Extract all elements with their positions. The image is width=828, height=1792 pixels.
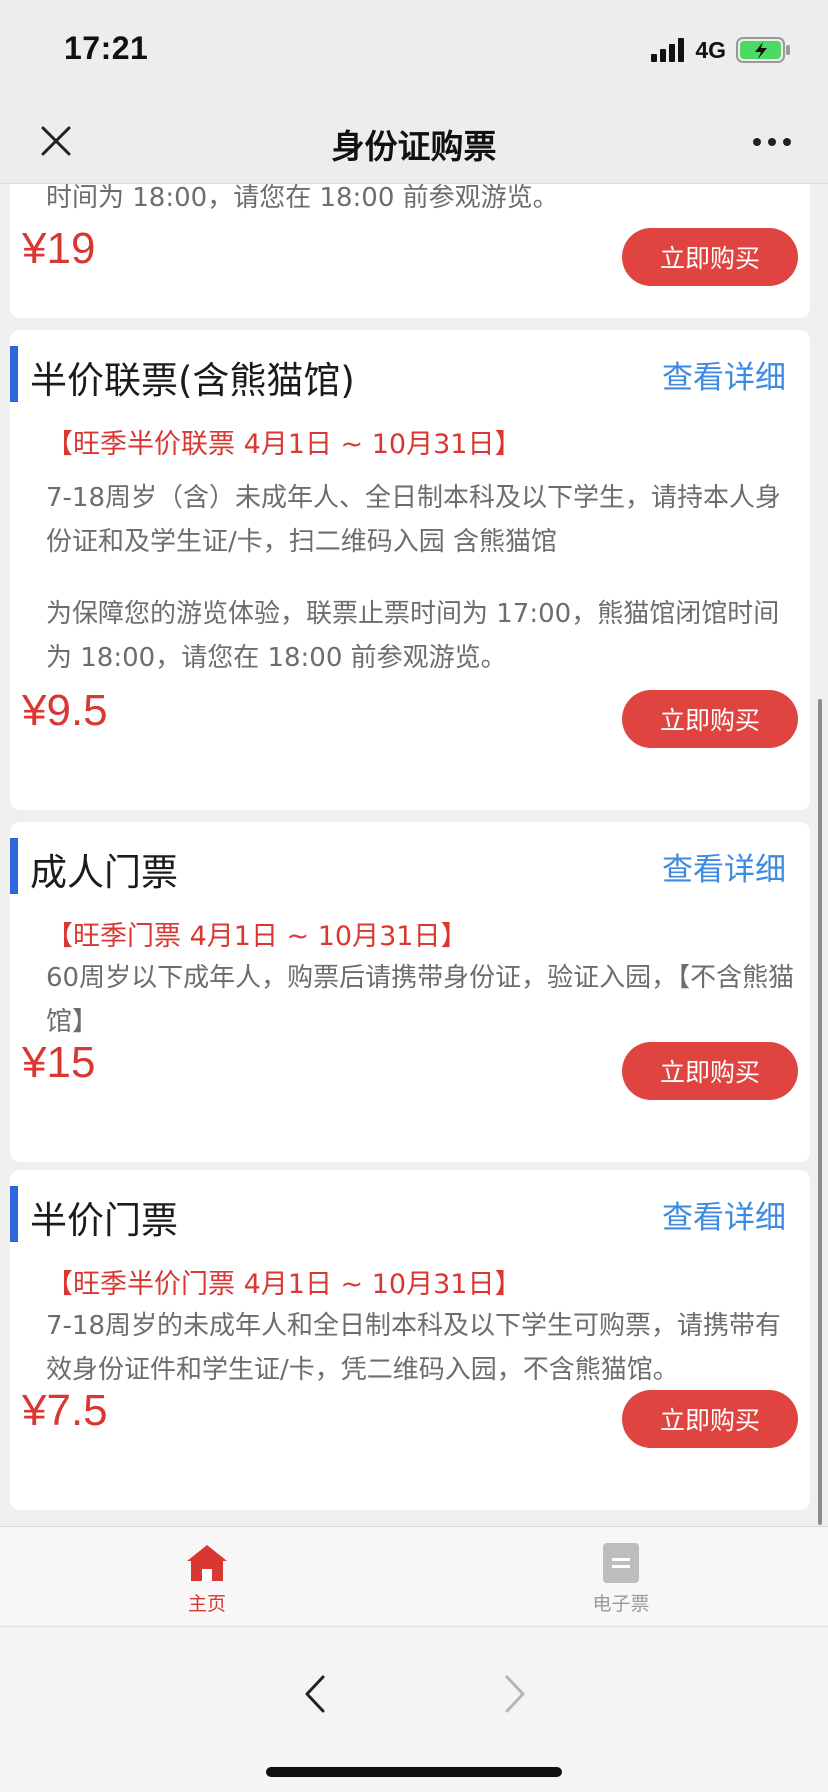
signal-strength-icon bbox=[651, 38, 685, 62]
more-dots-icon bbox=[753, 138, 791, 146]
card-accent-bar bbox=[10, 346, 18, 402]
view-details-link[interactable]: 查看详细 bbox=[662, 1192, 786, 1237]
ticket-price: ¥9.5 bbox=[22, 686, 108, 735]
ticket-description: 7-18周岁的未成年人和全日制本科及以下学生可购票，请携带有效身份证件和学生证/… bbox=[46, 1311, 782, 1385]
ticket-list[interactable]: 时间为 18:00，请您在 18:00 前参观游览。 ¥19 立即购买 半价联票… bbox=[0, 184, 828, 1526]
back-button[interactable] bbox=[290, 1669, 340, 1719]
buy-now-button[interactable]: 立即购买 bbox=[622, 228, 798, 286]
scrollbar[interactable] bbox=[818, 699, 822, 1525]
view-details-link[interactable]: 查看详细 bbox=[662, 844, 786, 889]
network-type: 4G bbox=[695, 36, 726, 63]
tab-bar: 主页 电子票 bbox=[0, 1526, 828, 1626]
e-ticket-icon bbox=[603, 1543, 639, 1583]
nav-bar: 身份证购票 bbox=[0, 98, 828, 184]
ticket-price: ¥19 bbox=[22, 224, 96, 273]
tab-home-label: 主页 bbox=[187, 1593, 226, 1615]
card-accent-bar bbox=[10, 838, 18, 894]
card-accent-bar bbox=[10, 1186, 18, 1242]
browser-toolbar bbox=[0, 1626, 828, 1792]
buy-now-button[interactable]: 立即购买 bbox=[622, 690, 798, 748]
season-label: 【旺季半价门票 4月1日 ~ 10月31日】 bbox=[46, 1269, 522, 1300]
season-label: 【旺季门票 4月1日 ~ 10月31日】 bbox=[46, 921, 468, 952]
ticket-title: 半价联票(含熊猫馆) bbox=[30, 359, 355, 402]
ticket-description: 7-18周岁（含）未成年人、全日制本科及以下学生，请持本人身份证和及学生证/卡，… bbox=[46, 483, 782, 557]
ticket-price: ¥7.5 bbox=[22, 1386, 108, 1435]
ticket-title: 半价门票 bbox=[30, 1199, 178, 1242]
battery-charging-icon bbox=[736, 37, 790, 63]
status-time: 17:21 bbox=[64, 30, 149, 66]
forward-button[interactable] bbox=[490, 1669, 540, 1719]
ticket-notice: 为保障您的游览体验，联票止票时间为 17:00，熊猫馆闭馆时间为 18:00，请… bbox=[46, 599, 780, 673]
buy-now-button[interactable]: 立即购买 bbox=[622, 1042, 798, 1100]
status-indicators: 4G bbox=[651, 36, 792, 64]
chevron-left-icon bbox=[305, 1675, 325, 1713]
status-bar: 17:21 4G bbox=[0, 0, 828, 98]
ticket-notice: 时间为 18:00，请您在 18:00 前参观游览。 bbox=[46, 184, 559, 213]
ticket-card: 时间为 18:00，请您在 18:00 前参观游览。 ¥19 立即购买 bbox=[10, 184, 810, 318]
view-details-link[interactable]: 查看详细 bbox=[662, 352, 786, 397]
tab-home[interactable]: 主页 bbox=[137, 1541, 277, 1616]
ticket-card: 半价门票 查看详细 【旺季半价门票 4月1日 ~ 10月31日】 7-18周岁的… bbox=[10, 1170, 810, 1510]
ticket-price: ¥15 bbox=[22, 1038, 96, 1087]
ticket-title: 成人门票 bbox=[30, 851, 178, 894]
home-indicator[interactable] bbox=[266, 1767, 562, 1777]
more-button[interactable] bbox=[746, 122, 798, 162]
season-label: 【旺季半价联票 4月1日 ~ 10月31日】 bbox=[46, 429, 522, 460]
chevron-right-icon bbox=[505, 1675, 525, 1713]
page-title: 身份证购票 bbox=[331, 127, 497, 166]
tab-eticket-label: 电子票 bbox=[592, 1593, 650, 1615]
ticket-card: 半价联票(含熊猫馆) 查看详细 【旺季半价联票 4月1日 ~ 10月31日】 7… bbox=[10, 330, 810, 810]
buy-now-button[interactable]: 立即购买 bbox=[622, 1390, 798, 1448]
tab-eticket[interactable]: 电子票 bbox=[551, 1541, 691, 1616]
ticket-card: 成人门票 查看详细 【旺季门票 4月1日 ~ 10月31日】 60周岁以下成年人… bbox=[10, 822, 810, 1162]
ticket-description: 60周岁以下成年人，购票后请携带身份证，验证入园，【不含熊猫馆】 bbox=[46, 963, 795, 1037]
home-icon bbox=[187, 1545, 227, 1581]
